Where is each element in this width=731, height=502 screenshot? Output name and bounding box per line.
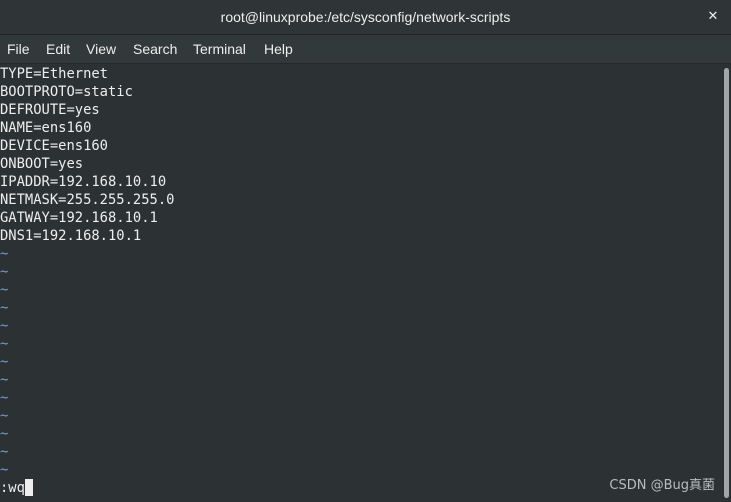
command-line[interactable]: :wq (0, 479, 33, 497)
file-line: NAME=ens160 (0, 120, 92, 136)
empty-line-marker: ~ (0, 264, 9, 280)
file-line: GATWAY=192.168.10.1 (0, 210, 158, 226)
menu-file[interactable]: File (7, 35, 30, 63)
scrollbar-thumb[interactable] (724, 68, 729, 498)
menu-view[interactable]: View (86, 35, 116, 63)
empty-line-marker: ~ (0, 408, 9, 424)
empty-line-marker: ~ (0, 336, 9, 352)
empty-line-marker: ~ (0, 372, 9, 388)
file-line: DEFROUTE=yes (0, 102, 100, 118)
title-bar[interactable]: root@linuxprobe:/etc/sysconfig/network-s… (0, 0, 731, 35)
scrollbar[interactable] (722, 64, 731, 502)
empty-line-marker: ~ (0, 282, 9, 298)
empty-line-marker: ~ (0, 390, 9, 406)
file-line: ONBOOT=yes (0, 156, 84, 172)
empty-line-marker: ~ (0, 444, 9, 460)
close-icon[interactable]: ✕ (703, 7, 723, 27)
menu-bar: File Edit View Search Terminal Help (0, 35, 731, 64)
file-line: NETMASK=255.255.255.0 (0, 192, 175, 208)
file-line: BOOTPROTO=static (0, 84, 133, 100)
window-title: root@linuxprobe:/etc/sysconfig/network-s… (220, 9, 511, 25)
file-line: TYPE=Ethernet (0, 66, 108, 82)
empty-line-marker: ~ (0, 318, 9, 334)
terminal-window: root@linuxprobe:/etc/sysconfig/network-s… (0, 0, 731, 502)
terminal-content[interactable]: TYPE=Ethernet BOOTPROTO=static DEFROUTE=… (0, 64, 722, 502)
empty-line-marker: ~ (0, 300, 9, 316)
text-cursor (24, 479, 33, 496)
empty-line-marker: ~ (0, 246, 9, 262)
empty-line-marker: ~ (0, 426, 9, 442)
file-line: IPADDR=192.168.10.10 (0, 174, 167, 190)
empty-line-marker: ~ (0, 462, 9, 478)
file-line: DEVICE=ens160 (0, 138, 108, 154)
menu-help[interactable]: Help (264, 35, 293, 63)
command-text: :wq (0, 480, 25, 496)
empty-line-marker: ~ (0, 354, 9, 370)
file-line: DNS1=192.168.10.1 (0, 228, 142, 244)
menu-edit[interactable]: Edit (46, 35, 70, 63)
watermark: CSDN @Bug真菌 (609, 478, 715, 493)
menu-search[interactable]: Search (133, 35, 177, 63)
menu-terminal[interactable]: Terminal (193, 35, 246, 63)
